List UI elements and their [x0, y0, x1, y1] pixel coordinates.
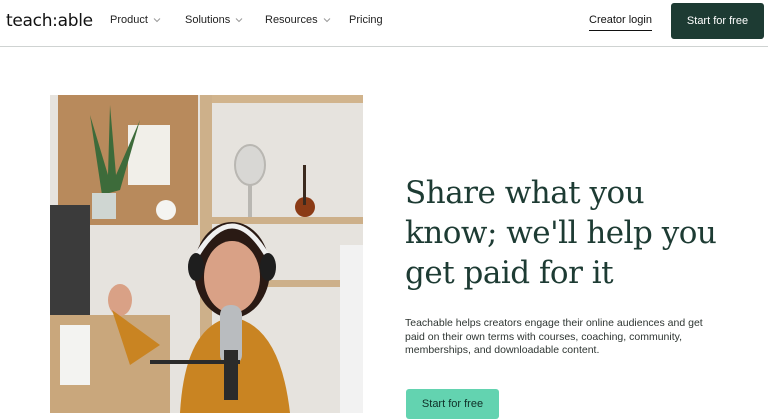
chevron-down-icon — [235, 18, 243, 23]
headline-line: get paid for it — [405, 255, 614, 291]
hero-start-for-free-button[interactable]: Start for free — [406, 389, 499, 419]
creator-login-link[interactable]: Creator login — [589, 14, 652, 31]
hero-headline: Share what you know; we'll help you get … — [405, 173, 745, 293]
nav-item-label: Product — [110, 14, 148, 26]
headline-line: know; we'll help you — [405, 215, 717, 251]
chevron-down-icon — [323, 18, 330, 23]
nav-item-product[interactable]: Product — [110, 14, 161, 26]
nav-item-label: Solutions — [185, 14, 231, 26]
nav-item-label: Pricing — [349, 14, 383, 26]
hero-subtext: Teachable helps creators engage their on… — [405, 317, 703, 356]
teachable-logo[interactable]: teach:able — [6, 11, 93, 31]
start-for-free-button[interactable]: Start for free — [671, 3, 764, 39]
podcast-creator-illustration — [50, 95, 363, 413]
nav-item-label: Resources — [265, 14, 318, 26]
chevron-down-icon — [153, 18, 161, 23]
nav-item-solutions[interactable]: Solutions — [185, 14, 243, 26]
nav-item-pricing[interactable]: Pricing — [349, 14, 383, 26]
nav-item-resources[interactable]: Resources — [265, 14, 331, 26]
headline-line: Share what you — [405, 175, 645, 211]
top-nav: teach:able Product Solutions Resources P… — [0, 0, 768, 47]
hero-image — [50, 95, 363, 413]
